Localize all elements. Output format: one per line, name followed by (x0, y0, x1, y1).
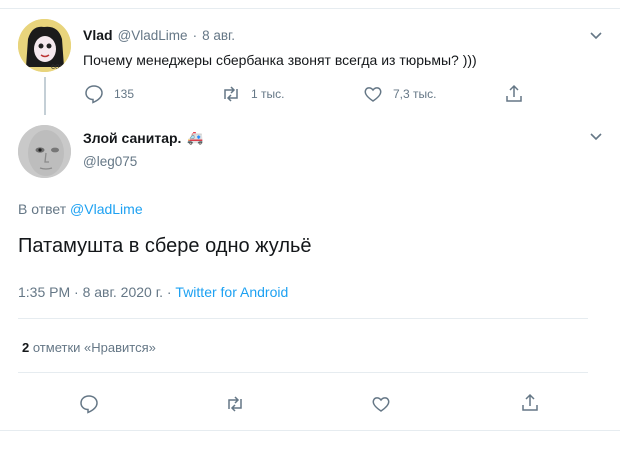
chevron-down-icon[interactable] (587, 128, 605, 146)
author-name[interactable]: Vlad (83, 27, 113, 43)
like-icon (364, 87, 382, 102)
retweet-icon (228, 396, 242, 412)
tweet-header: Vlad @VladLime · 8 авг. (83, 27, 235, 43)
author-handle[interactable]: @VladLime (118, 28, 188, 43)
share-icon (522, 393, 538, 411)
avatar[interactable]: cox (18, 19, 71, 72)
likes-label: отметки «Нравится» (32, 340, 156, 355)
retweet-count: 1 тыс. (251, 87, 285, 101)
share-button[interactable] (519, 392, 541, 419)
reply-icon (85, 85, 103, 104)
share-button[interactable] (503, 83, 525, 105)
ambulance-emoji: 🚑 (187, 130, 204, 145)
like-button[interactable]: 7,3 тыс. (362, 83, 436, 105)
tweet-date[interactable]: 8 авг. (202, 28, 235, 43)
tweet-timestamp[interactable]: 1:35 PM · 8 авг. 2020 г. · (18, 284, 175, 300)
reply-to-line: В ответ @VladLime (18, 201, 143, 217)
tweet-timestamp-line: 1:35 PM · 8 авг. 2020 г. · Twitter for A… (18, 284, 288, 300)
tweet-text: Патамушта в сбере одно жульё (18, 235, 312, 257)
share-icon (506, 84, 522, 102)
bottom-border (0, 430, 620, 431)
reply-button[interactable] (78, 393, 100, 420)
separator-dot: · (192, 28, 198, 43)
retweet-button[interactable] (224, 393, 246, 420)
top-border (0, 8, 620, 9)
retweet-button[interactable]: 1 тыс. (220, 83, 284, 105)
reply-count: 135 (114, 87, 135, 101)
divider (18, 318, 588, 319)
like-count: 7,3 тыс. (393, 87, 437, 101)
thread-line (44, 77, 46, 115)
reply-to-mention[interactable]: @VladLime (70, 201, 143, 217)
author-name-row[interactable]: Злой санитар. 🚑 (83, 130, 204, 146)
tweet-text: Почему менеджеры сбербанка звонят всегда… (83, 52, 477, 68)
svg-text:cox: cox (51, 62, 63, 71)
avatar[interactable] (18, 125, 71, 178)
retweet-icon (224, 86, 238, 102)
reply-to-prefix: В ответ (18, 201, 67, 217)
author-handle[interactable]: @leg075 (83, 154, 137, 169)
divider (18, 372, 588, 373)
reply-button[interactable]: 135 (83, 83, 134, 105)
likes-stat[interactable]: 2 отметки «Нравится» (22, 340, 156, 355)
reply-icon (80, 395, 98, 414)
like-icon (372, 397, 390, 412)
chevron-down-icon[interactable] (587, 27, 605, 45)
author-name[interactable]: Злой санитар. (83, 130, 181, 146)
likes-count: 2 (22, 340, 30, 355)
tweet-source-link[interactable]: Twitter for Android (175, 284, 288, 300)
like-button[interactable] (370, 393, 392, 420)
